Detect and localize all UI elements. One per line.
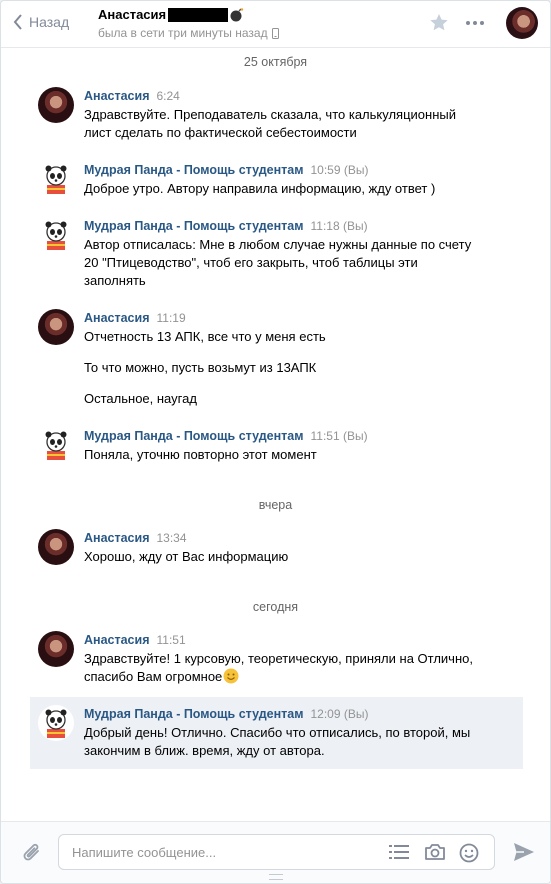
- paperclip-icon[interactable]: [21, 841, 43, 865]
- message-text: Здравствуйте! 1 курсовую, теоретическую,…: [84, 651, 473, 684]
- date-separator: 25 октября: [243, 55, 308, 69]
- emoji-smile-icon[interactable]: [459, 843, 479, 863]
- smiling-face-emoji-icon: [223, 668, 239, 684]
- message-time: 11:18 (Вы): [310, 219, 368, 233]
- header-avatar[interactable]: [506, 7, 538, 39]
- templates-list-icon[interactable]: [389, 843, 409, 861]
- message-author[interactable]: Анастасия 13:34: [84, 531, 187, 545]
- redaction-bar: [168, 7, 229, 22]
- message-text: Поняла, уточню повторно этот момент: [84, 447, 317, 462]
- avatar[interactable]: [38, 309, 74, 345]
- message-time: 11:51 (Вы): [310, 429, 368, 443]
- star-icon[interactable]: [429, 13, 449, 32]
- chevron-left-icon: [13, 14, 22, 30]
- status-text: была в сети три минуты назад: [98, 26, 268, 40]
- avatar[interactable]: [38, 217, 74, 253]
- message-text: Остальное, наугад: [84, 391, 197, 406]
- bomb-icon: [230, 7, 244, 21]
- message-time: 11:51: [156, 633, 186, 647]
- message-time: 11:19: [156, 311, 186, 325]
- message-text: Доброе утро. Автору направила информацию…: [84, 181, 436, 196]
- message-author[interactable]: Мудрая Панда - Помощь студентам 11:18 (Вы…: [84, 219, 368, 233]
- message-author[interactable]: Мудрая Панда - Помощь студентам 12:09 (Вы…: [84, 707, 368, 721]
- mobile-phone-icon: [271, 27, 279, 39]
- message-input-placeholder: Напишите сообщение...: [72, 845, 217, 860]
- back-label: Назад: [29, 14, 70, 30]
- resize-handle[interactable]: [269, 874, 283, 880]
- message-text: Здравствуйте. Преподаватель сказала, что…: [84, 107, 456, 140]
- contact-name[interactable]: Анастасия: [98, 7, 245, 22]
- back-button[interactable]: Назад: [13, 14, 69, 30]
- message-time: 12:09 (Вы): [310, 707, 369, 721]
- panda-logo-icon: [45, 165, 67, 194]
- message-time: 10:59 (Вы): [310, 163, 369, 177]
- panda-logo-icon: [45, 431, 67, 460]
- date-separator: сегодня: [252, 600, 299, 614]
- message-text: Добрый день! Отлично. Спасибо что отписа…: [84, 725, 471, 758]
- message-input[interactable]: Напишите сообщение...: [58, 834, 495, 870]
- chat-header: Назад Анастасия была в сети три минуты н…: [1, 1, 550, 48]
- camera-icon[interactable]: [424, 843, 446, 861]
- message-text: Отчетность 13 АПК, все что у меня есть: [84, 329, 326, 344]
- message-author[interactable]: Анастасия 6:24: [84, 89, 180, 103]
- send-icon[interactable]: [513, 842, 535, 862]
- message-author[interactable]: Анастасия 11:51: [84, 633, 186, 647]
- avatar[interactable]: [38, 529, 74, 565]
- panda-logo-icon: [45, 709, 67, 738]
- contact-name-text: Анастасия: [98, 7, 167, 22]
- message-text: Автор отписалась: Мне в любом случае нуж…: [84, 237, 472, 288]
- avatar[interactable]: [38, 631, 74, 667]
- more-options-icon[interactable]: [465, 15, 485, 31]
- panda-logo-icon: [45, 221, 67, 250]
- message-author[interactable]: Мудрая Панда - Помощь студентам 10:59 (Вы…: [84, 163, 368, 177]
- message-author[interactable]: Анастасия 11:19: [84, 311, 186, 325]
- online-status: была в сети три минуты назад: [98, 26, 279, 40]
- avatar[interactable]: [38, 161, 74, 197]
- message-text: Хорошо, жду от Вас информацию: [84, 549, 289, 564]
- message-text: То что можно, пусть возьмут из 13АПК: [84, 360, 317, 375]
- date-separator: вчера: [258, 498, 293, 512]
- message-time: 6:24: [156, 89, 180, 103]
- avatar[interactable]: [38, 427, 74, 463]
- avatar[interactable]: [38, 87, 74, 123]
- message-author[interactable]: Мудрая Панда - Помощь студентам 11:51 (Вы…: [84, 429, 368, 443]
- chat-window: Назад Анастасия была в сети три минуты н…: [0, 0, 551, 884]
- message-time: 13:34: [156, 531, 187, 545]
- avatar[interactable]: [38, 705, 74, 741]
